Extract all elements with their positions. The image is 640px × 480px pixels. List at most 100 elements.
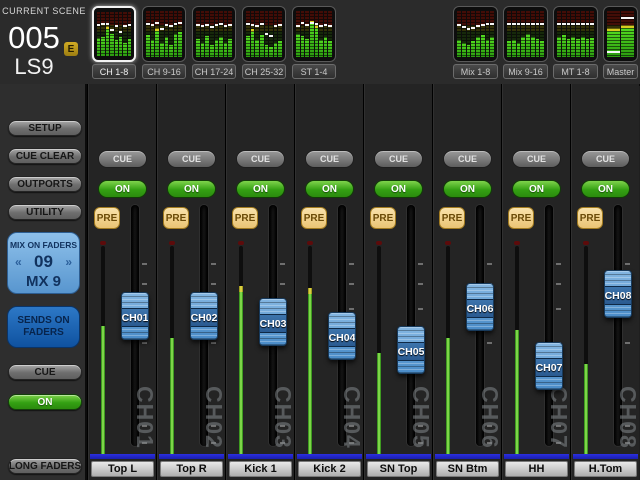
level-meter-bar: [526, 11, 530, 57]
channel-name[interactable]: Top R: [160, 461, 223, 477]
level-meter-bar: [576, 11, 580, 57]
bank-tab-label: CH 1-8: [92, 64, 136, 79]
channel-name[interactable]: Kick 2: [298, 461, 361, 477]
level-meter-bar: [101, 12, 104, 56]
master-on-button[interactable]: ON: [8, 394, 82, 410]
cue-button[interactable]: CUE: [581, 150, 630, 168]
setup-button[interactable]: SETUP: [8, 120, 82, 136]
on-button[interactable]: ON: [581, 180, 630, 198]
channel-name[interactable]: SN Top: [367, 461, 430, 477]
bank-tab-label: CH 17-24: [192, 64, 236, 79]
level-meter-bar: [557, 11, 561, 57]
pre-badge[interactable]: PRE: [370, 207, 396, 229]
on-button[interactable]: ON: [236, 180, 285, 198]
fader-cap-label: CH05: [398, 342, 424, 361]
mix-on-faders-title: MIX ON FADERS: [8, 240, 79, 250]
pre-badge[interactable]: PRE: [94, 207, 120, 229]
level-meter-bar: [196, 11, 200, 57]
meter-bank-tab-ch-1-8[interactable]: CH 1-8: [92, 6, 136, 80]
peak-indicator: [169, 241, 175, 245]
outports-button[interactable]: OUTPORTS: [8, 176, 82, 192]
cue-button[interactable]: CUE: [512, 150, 561, 168]
level-meter-bar: [490, 11, 494, 57]
fader-cap-label: CH08: [605, 286, 631, 305]
meter-bank-tab-ch-9-16[interactable]: CH 9-16: [142, 6, 186, 80]
level-meter-bar: [246, 11, 250, 57]
on-button[interactable]: ON: [167, 180, 216, 198]
channel-strip-ch07: CUEONPRECH07CH07HH: [501, 84, 570, 480]
meter-bank-tab-mix-1-8[interactable]: Mix 1-8: [453, 6, 498, 80]
on-button[interactable]: ON: [443, 180, 492, 198]
level-meter-bar: [115, 12, 118, 56]
fader-cap[interactable]: CH05: [397, 326, 425, 374]
cue-button[interactable]: CUE: [236, 150, 285, 168]
channel-name[interactable]: HH: [505, 461, 568, 477]
cue-clear-button[interactable]: CUE CLEAR: [8, 148, 82, 164]
pre-badge[interactable]: PRE: [508, 207, 534, 229]
master-cue-button[interactable]: CUE: [8, 364, 82, 380]
meter-bank-tab-ch-25-32[interactable]: CH 25-32: [242, 6, 286, 80]
meter-bank-tab-mt-1-8[interactable]: MT 1-8: [553, 6, 598, 80]
channel-name[interactable]: H.Tom: [574, 461, 637, 477]
pre-badge[interactable]: PRE: [232, 207, 258, 229]
mix-on-faders-panel[interactable]: MIX ON FADERS « » 09 MX 9: [7, 232, 80, 294]
channel-name[interactable]: Top L: [91, 461, 154, 477]
cue-button[interactable]: CUE: [98, 150, 147, 168]
on-button[interactable]: ON: [512, 180, 561, 198]
meter-bank-tab-mix-9-16[interactable]: Mix 9-16: [503, 6, 548, 80]
long-faders-button[interactable]: LONG FADERS: [8, 458, 82, 474]
level-meter-bar: [119, 12, 122, 56]
level-meter-bar: [269, 11, 273, 57]
fader-scale-tick: [142, 342, 147, 344]
cue-button[interactable]: CUE: [305, 150, 354, 168]
pre-badge[interactable]: PRE: [439, 207, 465, 229]
cue-button[interactable]: CUE: [374, 150, 423, 168]
utility-button[interactable]: UTILITY: [8, 204, 82, 220]
pre-badge[interactable]: PRE: [577, 207, 603, 229]
channel-meter: [377, 246, 381, 456]
pre-badge[interactable]: PRE: [163, 207, 189, 229]
level-meter-bar: [607, 11, 620, 57]
on-button[interactable]: ON: [305, 180, 354, 198]
scene-edited-badge: E: [64, 42, 78, 56]
fader-cap[interactable]: CH02: [190, 292, 218, 340]
on-button[interactable]: ON: [98, 180, 147, 198]
level-meter-bar: [590, 11, 594, 57]
channel-meter: [584, 246, 588, 456]
bank-tab-label: CH 9-16: [142, 64, 186, 79]
mix-number: 09: [8, 252, 79, 272]
peak-indicator: [445, 241, 451, 245]
bank-tab-label: ST 1-4: [292, 64, 336, 79]
meter-bank-tab-master[interactable]: Master: [603, 6, 638, 80]
fader-cap[interactable]: CH03: [259, 298, 287, 346]
fader-cap[interactable]: CH06: [466, 283, 494, 331]
level-meter-bar: [219, 11, 223, 57]
level-meter-bar: [128, 12, 131, 56]
fader-scale-tick: [487, 342, 492, 344]
level-meter-bar: [462, 11, 466, 57]
fader-cap[interactable]: CH07: [535, 342, 563, 390]
channel-watermark: CH02: [203, 386, 225, 454]
channel-name[interactable]: Kick 1: [229, 461, 292, 477]
pre-badge[interactable]: PRE: [301, 207, 327, 229]
fader-scale-tick: [211, 283, 216, 285]
channel-meter: [446, 246, 450, 456]
sends-on-faders-button[interactable]: SENDS ON FADERS: [7, 306, 80, 348]
fader-cap[interactable]: CH04: [328, 312, 356, 360]
channel-name[interactable]: SN Btm: [436, 461, 499, 477]
on-button[interactable]: ON: [374, 180, 423, 198]
meter-bank-tab-st-1-4[interactable]: ST 1-4: [292, 6, 336, 80]
cue-button[interactable]: CUE: [443, 150, 492, 168]
fader-scale-tick: [556, 283, 561, 285]
top-bar: CURRENT SCENE 005 E LS9 CH 1-8CH 9-16CH …: [0, 0, 640, 86]
fader-scale-tick: [625, 263, 630, 265]
fader-cap[interactable]: CH01: [121, 292, 149, 340]
level-meter-bar: [251, 11, 255, 57]
channel-color-bar: [159, 454, 224, 459]
fader-cap[interactable]: CH08: [604, 270, 632, 318]
meter-bank-tab-ch-17-24[interactable]: CH 17-24: [192, 6, 236, 80]
level-meter-bar: [567, 11, 571, 57]
level-meter-bar: [274, 11, 278, 57]
channel-meter: [515, 246, 519, 456]
cue-button[interactable]: CUE: [167, 150, 216, 168]
